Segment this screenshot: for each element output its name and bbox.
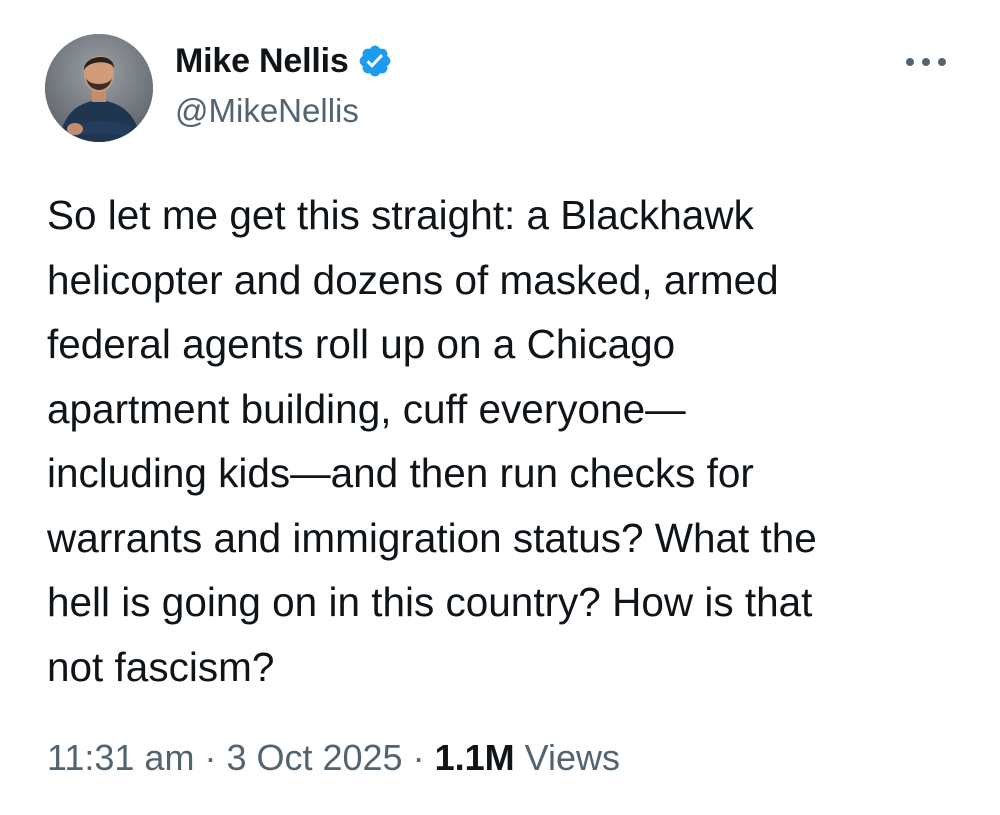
avatar-photo (45, 34, 153, 142)
author-name-row: Mike Nellis (175, 38, 393, 84)
meta-separator: · (204, 737, 217, 778)
avatar[interactable] (45, 34, 153, 142)
author-display-name[interactable]: Mike Nellis (175, 42, 349, 81)
tweet-date[interactable]: 3 Oct 2025 (226, 737, 402, 779)
tweet-meta: 11:31 am · 3 Oct 2025 · 1.1M Views (47, 733, 620, 783)
verified-badge-icon[interactable] (357, 43, 393, 79)
tweet-text: So let me get this straight: a Blackhawk… (47, 192, 817, 690)
views-count: 1.1M (434, 737, 515, 778)
tweet-time[interactable]: 11:31 am (47, 737, 194, 779)
tweet: Mike Nellis @MikeNellis So let me get th… (0, 0, 1000, 815)
meta-separator: · (412, 737, 425, 778)
author-handle[interactable]: @MikeNellis (175, 92, 359, 130)
views-label: Views (524, 737, 620, 778)
more-horizontal-icon[interactable] (902, 44, 950, 80)
